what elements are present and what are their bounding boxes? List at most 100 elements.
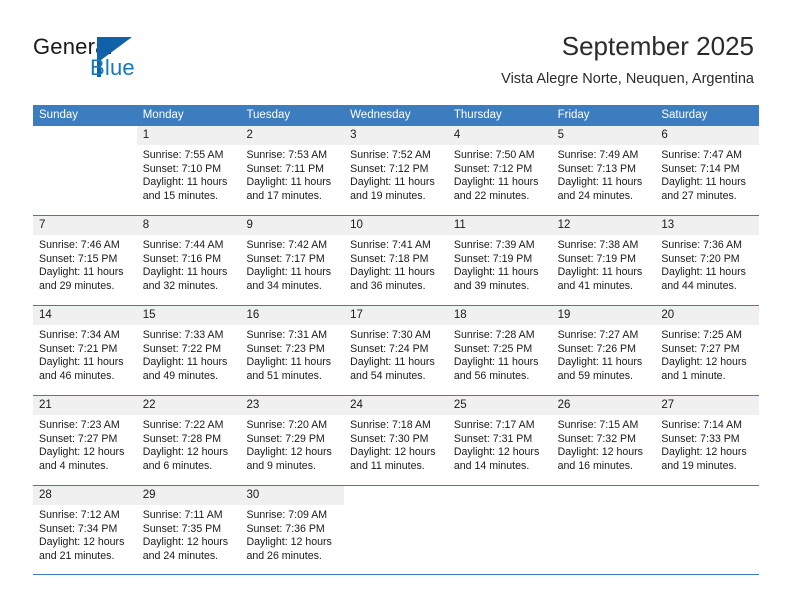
day-number: 3 — [344, 126, 448, 145]
daylight-duration-line2: and 6 minutes. — [142, 459, 213, 472]
day-cell[interactable]: 17 Sunrise: 7:30 AM Sunset: 7:24 PM Dayligh… — [344, 306, 448, 395]
day-cell[interactable]: 12 Sunrise: 7:38 AM Sunset: 7:19 PM Dayligh… — [551, 216, 656, 305]
daylight-duration-line1: Daylight: 11 hours — [661, 176, 746, 189]
day-number: 21 — [33, 396, 137, 415]
day-cell[interactable]: 7 Sunrise: 7:46 AM Sunset: 7:15 PM Daylight… — [33, 216, 137, 305]
weekday-header-sunday: Sunday — [39, 109, 79, 121]
sunset-time: Sunset: 7:17 PM — [246, 252, 325, 265]
day-cell-empty — [551, 486, 656, 574]
day-cell[interactable]: 30 Sunrise: 7:09 AM Sunset: 7:36 PM Dayligh… — [240, 486, 345, 574]
day-cell[interactable]: 5 Sunrise: 7:49 AM Sunset: 7:13 PM Daylight… — [551, 126, 656, 215]
day-cell[interactable]: 13 Sunrise: 7:36 AM Sunset: 7:20 PM Dayligh… — [655, 216, 760, 305]
sunset-time: Sunset: 7:24 PM — [350, 342, 429, 355]
daylight-duration-line2: and 19 minutes. — [350, 189, 426, 202]
day-cell[interactable]: 24 Sunrise: 7:18 AM Sunset: 7:30 PM Dayligh… — [344, 396, 448, 485]
day-cell[interactable]: 28 Sunrise: 7:12 AM Sunset: 7:34 PM Dayligh… — [33, 486, 137, 574]
day-number: 4 — [447, 126, 552, 145]
day-cell[interactable]: 14 Sunrise: 7:34 AM Sunset: 7:21 PM Dayligh… — [33, 306, 137, 395]
daylight-duration-line1: Daylight: 12 hours — [39, 536, 125, 549]
day-cell[interactable]: 22 Sunrise: 7:22 AM Sunset: 7:28 PM Dayligh… — [136, 396, 241, 485]
day-cell[interactable]: 27 Sunrise: 7:14 AM Sunset: 7:33 PM Dayligh… — [655, 396, 760, 485]
day-cell[interactable]: 3 Sunrise: 7:52 AM Sunset: 7:12 PM Daylight… — [344, 126, 448, 215]
day-cell[interactable]: 26 Sunrise: 7:15 AM Sunset: 7:32 PM Dayligh… — [551, 396, 656, 485]
day-details: Sunrise: 7:30 AM Sunset: 7:24 PM Daylight:… — [344, 325, 448, 383]
day-cell[interactable]: 25 Sunrise: 7:17 AM Sunset: 7:31 PM Dayligh… — [447, 396, 552, 485]
day-cell[interactable]: 11 Sunrise: 7:39 AM Sunset: 7:19 PM Dayligh… — [447, 216, 552, 305]
sunrise-time: Sunrise: 7:22 AM — [142, 419, 224, 431]
daylight-duration-line1: Daylight: 11 hours — [453, 266, 539, 279]
sunrise-time: Sunrise: 7:55 AM — [142, 149, 224, 161]
day-cell[interactable]: 2 Sunrise: 7:53 AM Sunset: 7:11 PM Daylight… — [240, 126, 345, 215]
sunrise-time: Sunrise: 7:42 AM — [246, 239, 328, 251]
day-number: 29 — [136, 486, 241, 505]
day-cell[interactable]: 4 Sunrise: 7:50 AM Sunset: 7:12 PM Daylight… — [447, 126, 552, 215]
weekday-header-saturday: Saturday — [661, 109, 708, 121]
calendar-page: General Blue September 2025 Vista Alegre… — [0, 0, 792, 612]
day-details: Sunrise: 7:38 AM Sunset: 7:19 PM Daylight:… — [552, 235, 656, 293]
daylight-duration-line1: Daylight: 11 hours — [557, 176, 643, 189]
sunset-time: Sunset: 7:18 PM — [350, 252, 429, 265]
day-cell[interactable]: 23 Sunrise: 7:20 AM Sunset: 7:29 PM Dayligh… — [240, 396, 345, 485]
day-details: Sunrise: 7:27 AM Sunset: 7:26 PM Daylight:… — [552, 325, 656, 383]
daylight-duration-line1: Daylight: 12 hours — [246, 446, 332, 459]
day-cell[interactable]: 6 Sunrise: 7:47 AM Sunset: 7:14 PM Daylight… — [655, 126, 760, 215]
daylight-duration-line2: and 59 minutes. — [557, 369, 633, 382]
sunset-time: Sunset: 7:35 PM — [142, 522, 222, 535]
daylight-duration-line2: and 46 minutes. — [39, 369, 115, 382]
brand-logo[interactable]: General Blue — [33, 34, 233, 90]
sunset-time: Sunset: 7:11 PM — [246, 162, 324, 175]
sunset-time: Sunset: 7:10 PM — [142, 162, 222, 175]
sunset-time: Sunset: 7:25 PM — [453, 342, 533, 355]
day-number: 14 — [33, 306, 137, 325]
sunrise-time: Sunrise: 7:33 AM — [142, 329, 224, 341]
day-cell-empty — [447, 486, 552, 574]
sunset-time: Sunset: 7:23 PM — [246, 342, 325, 355]
daylight-duration-line1: Daylight: 11 hours — [350, 356, 435, 369]
day-details: Sunrise: 7:53 AM Sunset: 7:11 PM Daylight:… — [240, 145, 344, 203]
day-cell[interactable]: 19 Sunrise: 7:27 AM Sunset: 7:26 PM Dayligh… — [551, 306, 656, 395]
day-number: 20 — [655, 306, 760, 325]
day-cell[interactable]: 1 Sunrise: 7:55 AM Sunset: 7:10 PM Daylight… — [136, 126, 241, 215]
sunrise-time: Sunrise: 7:15 AM — [557, 419, 639, 431]
day-details: Sunrise: 7:34 AM Sunset: 7:21 PM Daylight:… — [33, 325, 137, 383]
daylight-duration-line1: Daylight: 11 hours — [142, 266, 228, 279]
day-details: Sunrise: 7:44 AM Sunset: 7:16 PM Daylight:… — [137, 235, 241, 293]
sunset-time: Sunset: 7:34 PM — [39, 522, 118, 535]
day-cell[interactable]: 20 Sunrise: 7:25 AM Sunset: 7:27 PM Dayligh… — [655, 306, 760, 395]
sunrise-time: Sunrise: 7:28 AM — [453, 329, 535, 341]
day-number: 12 — [551, 216, 656, 235]
day-details: Sunrise: 7:39 AM Sunset: 7:19 PM Daylight:… — [448, 235, 552, 293]
day-details: Sunrise: 7:46 AM Sunset: 7:15 PM Daylight:… — [33, 235, 137, 293]
daylight-duration-line1: Daylight: 12 hours — [661, 356, 747, 369]
daylight-duration-line2: and 41 minutes. — [557, 279, 633, 292]
daylight-duration-line1: Daylight: 11 hours — [39, 356, 124, 369]
daylight-duration-line1: Daylight: 11 hours — [246, 266, 332, 279]
sunset-time: Sunset: 7:27 PM — [39, 432, 118, 445]
sunrise-time: Sunrise: 7:49 AM — [557, 149, 639, 161]
day-cell[interactable]: 18 Sunrise: 7:28 AM Sunset: 7:25 PM Dayligh… — [447, 306, 552, 395]
day-number — [447, 486, 552, 505]
day-number: 10 — [344, 216, 448, 235]
day-number — [655, 486, 760, 505]
sunset-time: Sunset: 7:14 PM — [661, 162, 740, 175]
sunrise-time: Sunrise: 7:14 AM — [661, 419, 742, 431]
day-cell[interactable]: 8 Sunrise: 7:44 AM Sunset: 7:16 PM Daylight… — [136, 216, 241, 305]
day-cell[interactable]: 9 Sunrise: 7:42 AM Sunset: 7:17 PM Daylight… — [240, 216, 345, 305]
day-number: 25 — [447, 396, 552, 415]
day-number: 26 — [551, 396, 656, 415]
daylight-duration-line1: Daylight: 11 hours — [350, 266, 435, 279]
daylight-duration-line2: and 22 minutes. — [453, 189, 530, 202]
day-details: Sunrise: 7:42 AM Sunset: 7:17 PM Daylight:… — [240, 235, 344, 293]
sunset-time: Sunset: 7:26 PM — [557, 342, 636, 355]
day-cell[interactable]: 10 Sunrise: 7:41 AM Sunset: 7:18 PM Dayligh… — [344, 216, 448, 305]
daylight-duration-line1: Daylight: 11 hours — [557, 356, 643, 369]
day-cell[interactable]: 21 Sunrise: 7:23 AM Sunset: 7:27 PM Dayligh… — [33, 396, 137, 485]
sunrise-time: Sunrise: 7:39 AM — [453, 239, 535, 251]
sunrise-time: Sunrise: 7:25 AM — [661, 329, 742, 341]
day-cell[interactable]: 16 Sunrise: 7:31 AM Sunset: 7:23 PM Dayligh… — [240, 306, 345, 395]
sunrise-time: Sunrise: 7:23 AM — [39, 419, 120, 431]
day-number: 17 — [344, 306, 448, 325]
day-cell[interactable]: 15 Sunrise: 7:33 AM Sunset: 7:22 PM Dayligh… — [136, 306, 241, 395]
sunset-time: Sunset: 7:30 PM — [350, 432, 429, 445]
day-cell[interactable]: 29 Sunrise: 7:11 AM Sunset: 7:35 PM Dayligh… — [136, 486, 241, 574]
